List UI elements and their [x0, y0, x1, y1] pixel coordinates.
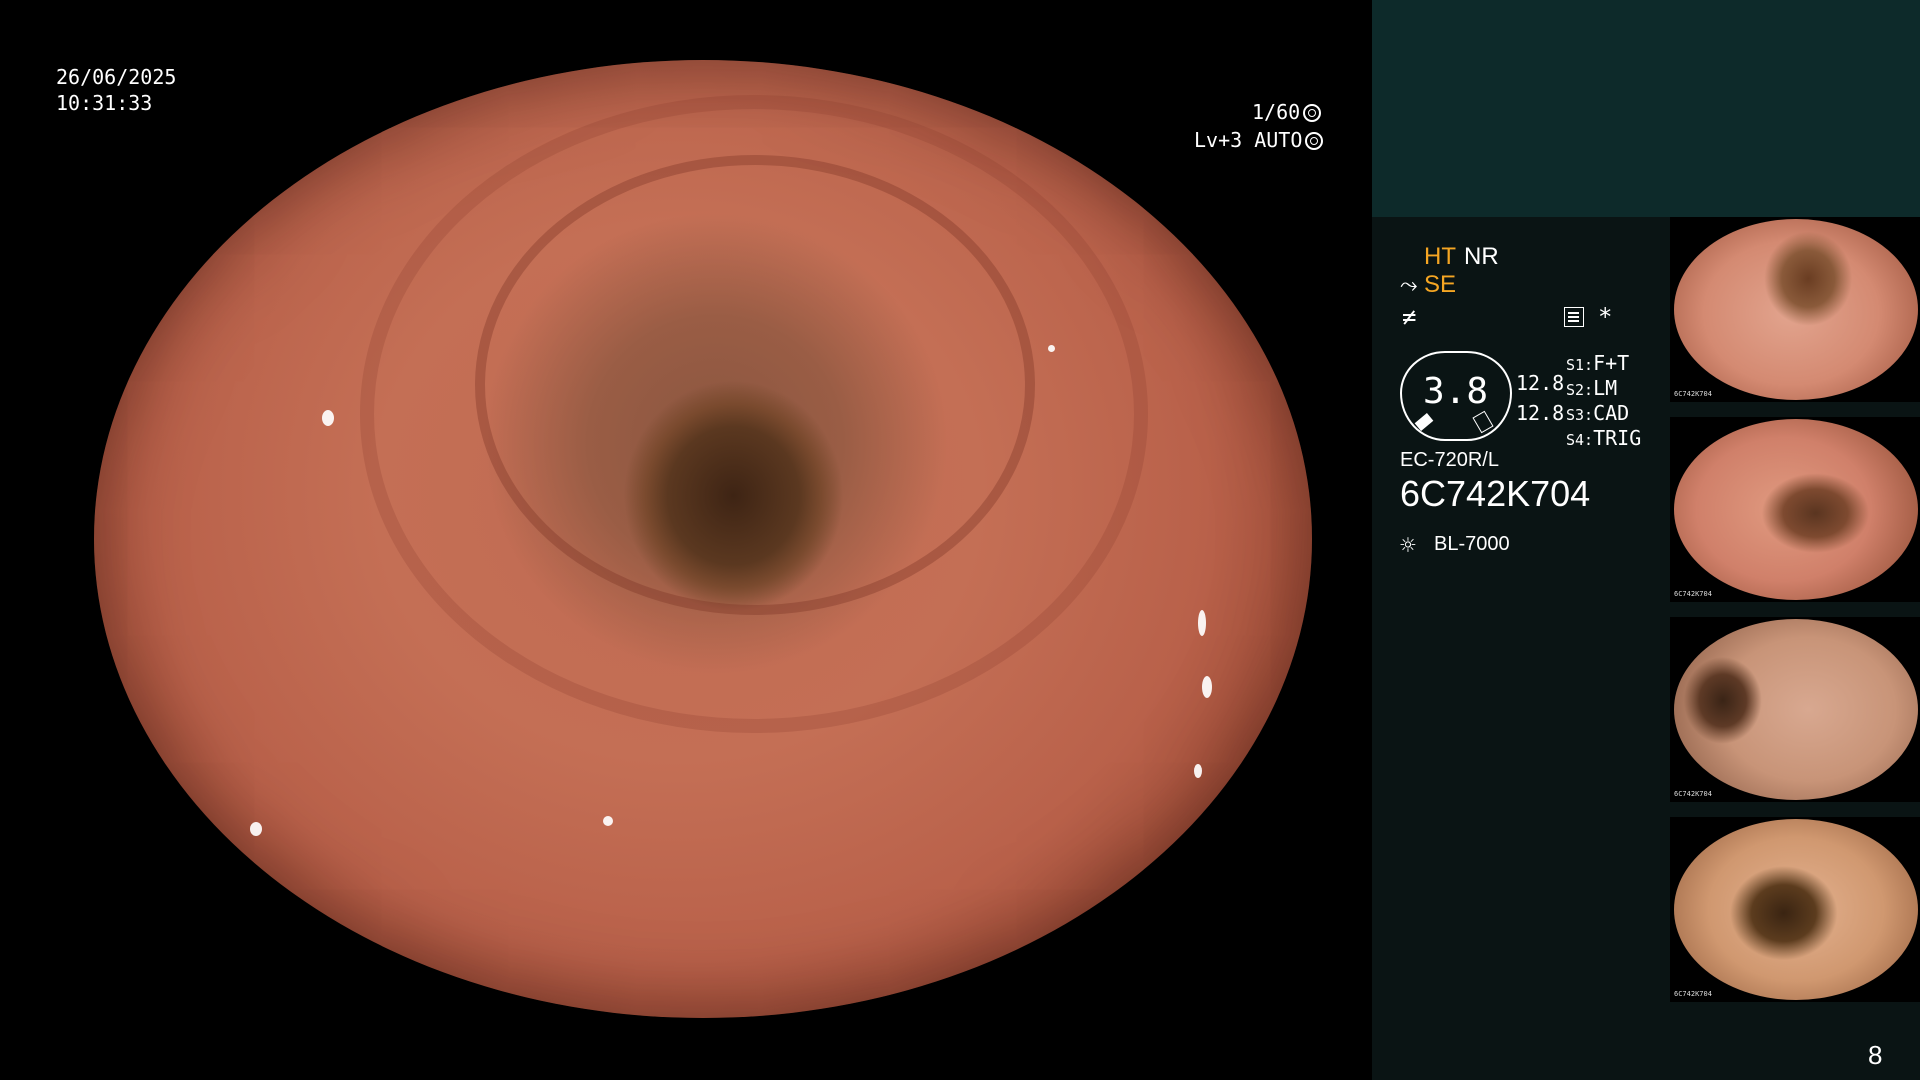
specular-highlight — [250, 822, 262, 836]
mucosal-fold-inner — [475, 155, 1035, 615]
frame-mask-bottom — [0, 1018, 1372, 1080]
thumbnail-footer: 6C742K704 — [1674, 390, 1712, 398]
thumbnail-footer: 6C742K704 — [1674, 590, 1712, 598]
thumbnail-image — [1674, 819, 1918, 1000]
thumbnail-1[interactable]: 6C742K704 — [1670, 217, 1920, 402]
info-sidebar: HT NR ⤳ SE ≠ * 3.8 12.8 12.8 S1:F+T S2:L… — [1372, 0, 1920, 1080]
specular-highlight — [1048, 345, 1055, 352]
scope-serial: 6C742K704 — [1400, 473, 1591, 514]
thumbnail-image — [1674, 419, 1918, 600]
specular-highlight — [322, 410, 334, 426]
switch-s1: S1:F+T — [1566, 351, 1630, 375]
light-source-icon: ☼ — [1400, 531, 1416, 561]
thumbnail-image — [1674, 619, 1918, 800]
thumbnail-image — [1674, 219, 1918, 400]
sidebar-header-area — [1372, 0, 1920, 217]
mode-nr: NR — [1464, 243, 1499, 270]
specular-highlight — [603, 816, 613, 826]
mode-se: SE — [1424, 271, 1457, 298]
thumbnail-3[interactable]: 6C742K704 — [1670, 617, 1920, 802]
thumbnail-footer: 6C742K704 — [1674, 990, 1712, 998]
scope-model: EC-720R/L — [1400, 449, 1499, 471]
light-source: BL-7000 — [1434, 533, 1510, 555]
menu-icon — [1564, 307, 1584, 327]
capture-date: 26/06/2025 10:31:33 — [56, 65, 177, 115]
mode-ht: HT — [1424, 243, 1456, 270]
switch-s4: S4:TRIG — [1566, 426, 1642, 450]
thumbnail-2[interactable]: 6C742K704 — [1670, 417, 1920, 602]
specular-highlight — [1194, 764, 1202, 778]
star-symbol: * — [1598, 303, 1613, 331]
thumbnail-footer: 6C742K704 — [1674, 790, 1712, 798]
shutter-icon — [1303, 104, 1322, 122]
structure-enhance-icon: ⤳ — [1400, 273, 1418, 298]
scope-settings-panel: HT NR ⤳ SE ≠ * 3.8 12.8 12.8 S1:F+T S2:L… — [1372, 217, 1670, 1080]
switch-s2: S2:LM — [1566, 376, 1618, 400]
value-bottom: 12.8 — [1516, 401, 1565, 425]
page-number: 8 — [1868, 1040, 1883, 1070]
gauge-right-marker-icon — [1472, 410, 1494, 434]
exposure-level: Lv+3 AUTO — [1194, 128, 1324, 152]
specular-highlight — [1198, 610, 1206, 636]
switch-s3: S3:CAD — [1566, 401, 1630, 425]
magnification-gauge: 3.8 — [1400, 351, 1512, 441]
iris-icon — [1305, 132, 1324, 150]
endoscope-main-view: 26/06/2025 10:31:33 1/60 Lv+3 AUTO — [0, 0, 1372, 1080]
frame-mask-top — [0, 0, 1372, 60]
value-top: 12.8 — [1516, 371, 1565, 395]
sharpness-symbol: ≠ — [1402, 303, 1417, 331]
shutter-speed: 1/60 — [1252, 100, 1322, 124]
thumbnail-4[interactable]: 6C742K704 — [1670, 817, 1920, 1002]
gauge-value: 3.8 — [1422, 371, 1489, 412]
gauge-left-marker-icon — [1414, 413, 1434, 431]
specular-highlight — [1202, 676, 1212, 698]
